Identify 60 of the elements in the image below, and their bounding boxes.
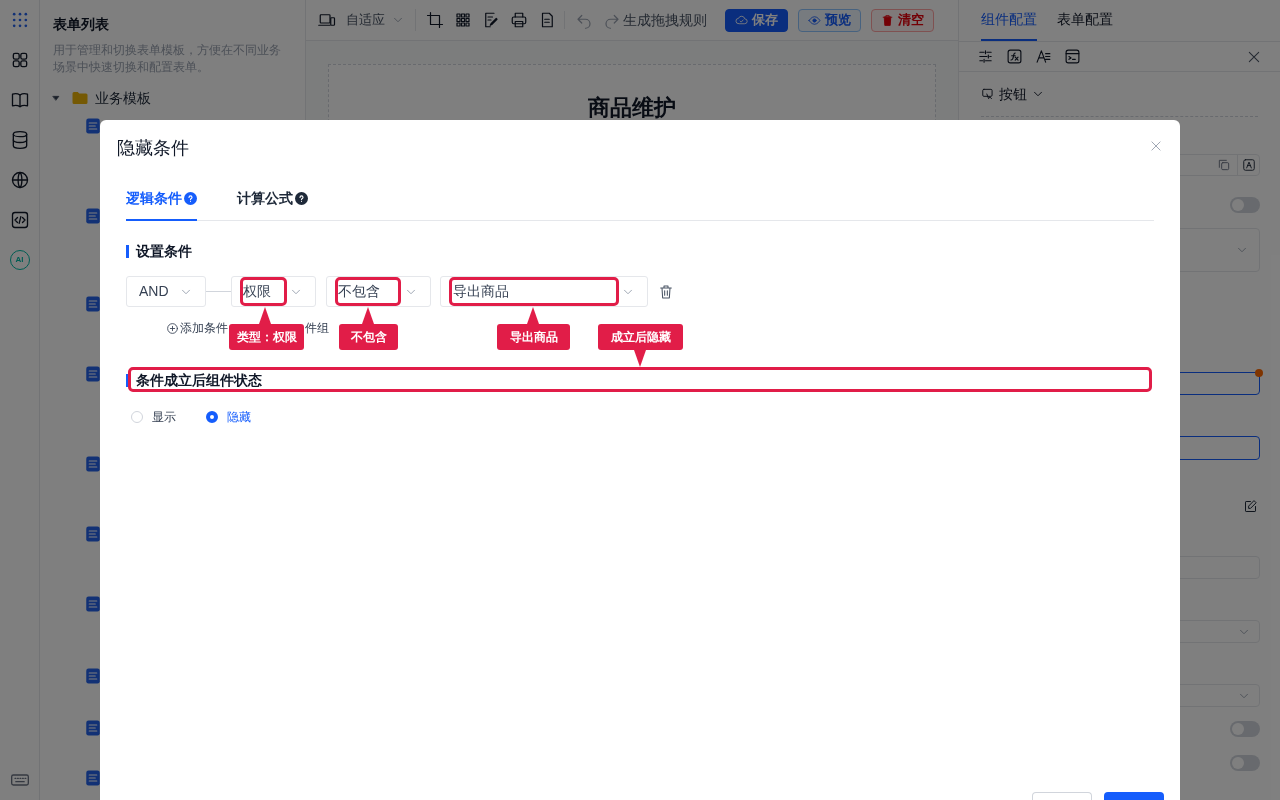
book-icon [9,90,30,110]
callout-label: 导出商品 [497,324,570,350]
highlight-frame [335,277,401,306]
tree-item[interactable]: 业务模板 [95,87,151,109]
callout-pointer [634,350,646,367]
dialog-tab[interactable]: 计算公式 [237,178,308,221]
edit-document-icon [482,11,500,29]
toolbar-button[interactable]: 保存 [725,8,788,32]
trash-icon [658,283,674,300]
view-mode-select[interactable]: 自适应 [346,9,416,31]
callout-pointer [362,307,374,324]
callout-label: 不包含 [339,324,398,350]
sliders-icon [977,48,994,65]
terminal-window-icon [1064,48,1081,65]
printer-icon [510,11,528,29]
help-icon [184,192,197,205]
add-group-link[interactable]: 件组 [305,319,329,337]
eye-icon [808,13,821,27]
copy-icon [1217,158,1231,172]
trash-icon [881,13,894,27]
section-heading: 设置条件 [136,241,192,261]
callout-label: 类型：权限 [229,324,304,350]
cloud-icon [735,13,748,27]
crop-icon [426,11,444,29]
panel-tab[interactable]: 表单配置 [1057,0,1113,41]
grid-layout-icon [454,11,472,29]
secondary-button[interactable] [1032,792,1092,800]
generate-rules-button[interactable]: 生成拖拽规则 [603,9,707,31]
folder-icon [71,89,89,107]
toolbar-button[interactable]: 清空 [871,8,934,32]
dialog-title: 隐藏条件 [117,136,189,160]
text-format-icon [1035,48,1052,65]
add-condition-link[interactable]: 添加条件 [166,319,228,337]
sidebar-title: 表单列表 [53,15,110,34]
highlight-frame [240,277,287,306]
component-type-select[interactable]: 按钮 [981,84,1280,104]
devices-icon [318,11,336,29]
radio-option[interactable]: 显示 [131,408,176,426]
section-heading: 条件成立后组件状态 [136,370,262,390]
help-icon [295,192,308,205]
radio-option[interactable]: 隐藏 [206,408,251,426]
form-title: 商品维护 [588,94,676,122]
logic-select[interactable]: AND [126,276,206,307]
callout-pointer [259,307,271,324]
field-select[interactable]: 权限 [231,276,316,307]
toolbar-button[interactable]: 预览 [798,8,861,32]
edit-icon [1243,499,1258,514]
close-icon [1149,139,1163,153]
value-select[interactable]: 导出商品 [440,276,648,307]
function-icon [1006,48,1023,65]
component-icon [981,87,995,101]
panel-tab[interactable]: 组件配置 [981,0,1037,41]
dialog-tab[interactable]: 逻辑条件 [126,178,197,221]
code-icon [9,210,30,230]
add-circle-icon [166,321,179,335]
callout-pointer [527,307,539,324]
operator-select[interactable]: 不包含 [326,276,431,307]
callout-label: 成立后隐藏 [598,324,683,350]
primary-button[interactable] [1104,792,1164,800]
globe-icon [9,170,30,190]
